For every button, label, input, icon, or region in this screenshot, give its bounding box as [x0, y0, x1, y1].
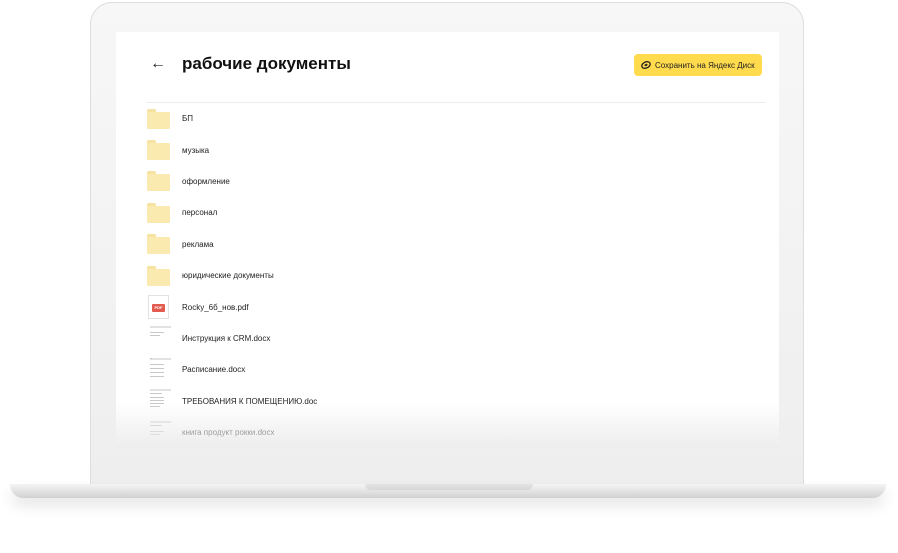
file-name: книга продукт рокки.docx: [182, 428, 275, 438]
list-item[interactable]: БП: [146, 103, 766, 134]
pdf-badge: PDF: [152, 304, 165, 313]
document-thumbnail: [146, 420, 171, 445]
file-name: оформление: [182, 176, 230, 186]
file-name: персонал: [182, 208, 218, 218]
folder-icon: [146, 107, 170, 131]
list-item[interactable]: оформление: [146, 166, 766, 197]
document-thumbnail: [146, 357, 171, 382]
back-arrow-icon[interactable]: ←: [150, 56, 166, 72]
folder-icon: [146, 138, 170, 162]
list-item[interactable]: Инструкция к CRM.docx: [146, 323, 766, 354]
list-item[interactable]: PDF Rocky_6б_нов.pdf: [146, 291, 766, 322]
file-name: БП: [182, 114, 193, 124]
file-list: БП музыка оформление персонал реклама юр…: [146, 103, 766, 448]
page-header: ← рабочие документы Сохранить на Яндекс …: [116, 32, 779, 102]
laptop-mockup: ← рабочие документы Сохранить на Яндекс …: [0, 0, 898, 553]
file-name: музыка: [182, 145, 210, 155]
laptop-screen: ← рабочие документы Сохранить на Яндекс …: [116, 32, 779, 448]
page-title: рабочие документы: [182, 54, 351, 73]
folder-icon: [146, 169, 170, 193]
list-item[interactable]: юридические документы: [146, 260, 766, 291]
folder-icon: [146, 201, 170, 225]
pdf-file-icon: PDF: [146, 295, 170, 320]
list-item[interactable]: персонал: [146, 197, 766, 228]
list-item[interactable]: реклама: [146, 229, 766, 260]
document-thumbnail: [146, 389, 171, 413]
laptop-notch: [365, 484, 533, 490]
list-item[interactable]: книга продукт рокки.docx: [146, 417, 766, 448]
list-item[interactable]: ТРЕБОВАНИЯ К ПОМЕЩЕНИЮ.doc: [146, 386, 766, 417]
file-name: ТРЕБОВАНИЯ К ПОМЕЩЕНИЮ.doc: [182, 396, 318, 406]
document-thumbnail: [146, 326, 171, 350]
save-to-yandex-disk-button[interactable]: Сохранить на Яндекс Диск: [634, 54, 762, 76]
list-item[interactable]: Расписание.docx: [146, 354, 766, 385]
file-name: Инструкция к CRM.docx: [182, 333, 271, 343]
file-name: реклама: [182, 239, 214, 249]
folder-icon: [146, 232, 170, 256]
disk-icon: [641, 61, 651, 69]
folder-icon: [146, 264, 170, 288]
file-name: Rocky_6б_нов.pdf: [182, 302, 249, 312]
save-button-label: Сохранить на Яндекс Диск: [655, 60, 755, 70]
file-name: юридические документы: [182, 271, 274, 281]
file-name: Расписание.docx: [182, 365, 246, 375]
list-item[interactable]: музыка: [146, 134, 766, 165]
